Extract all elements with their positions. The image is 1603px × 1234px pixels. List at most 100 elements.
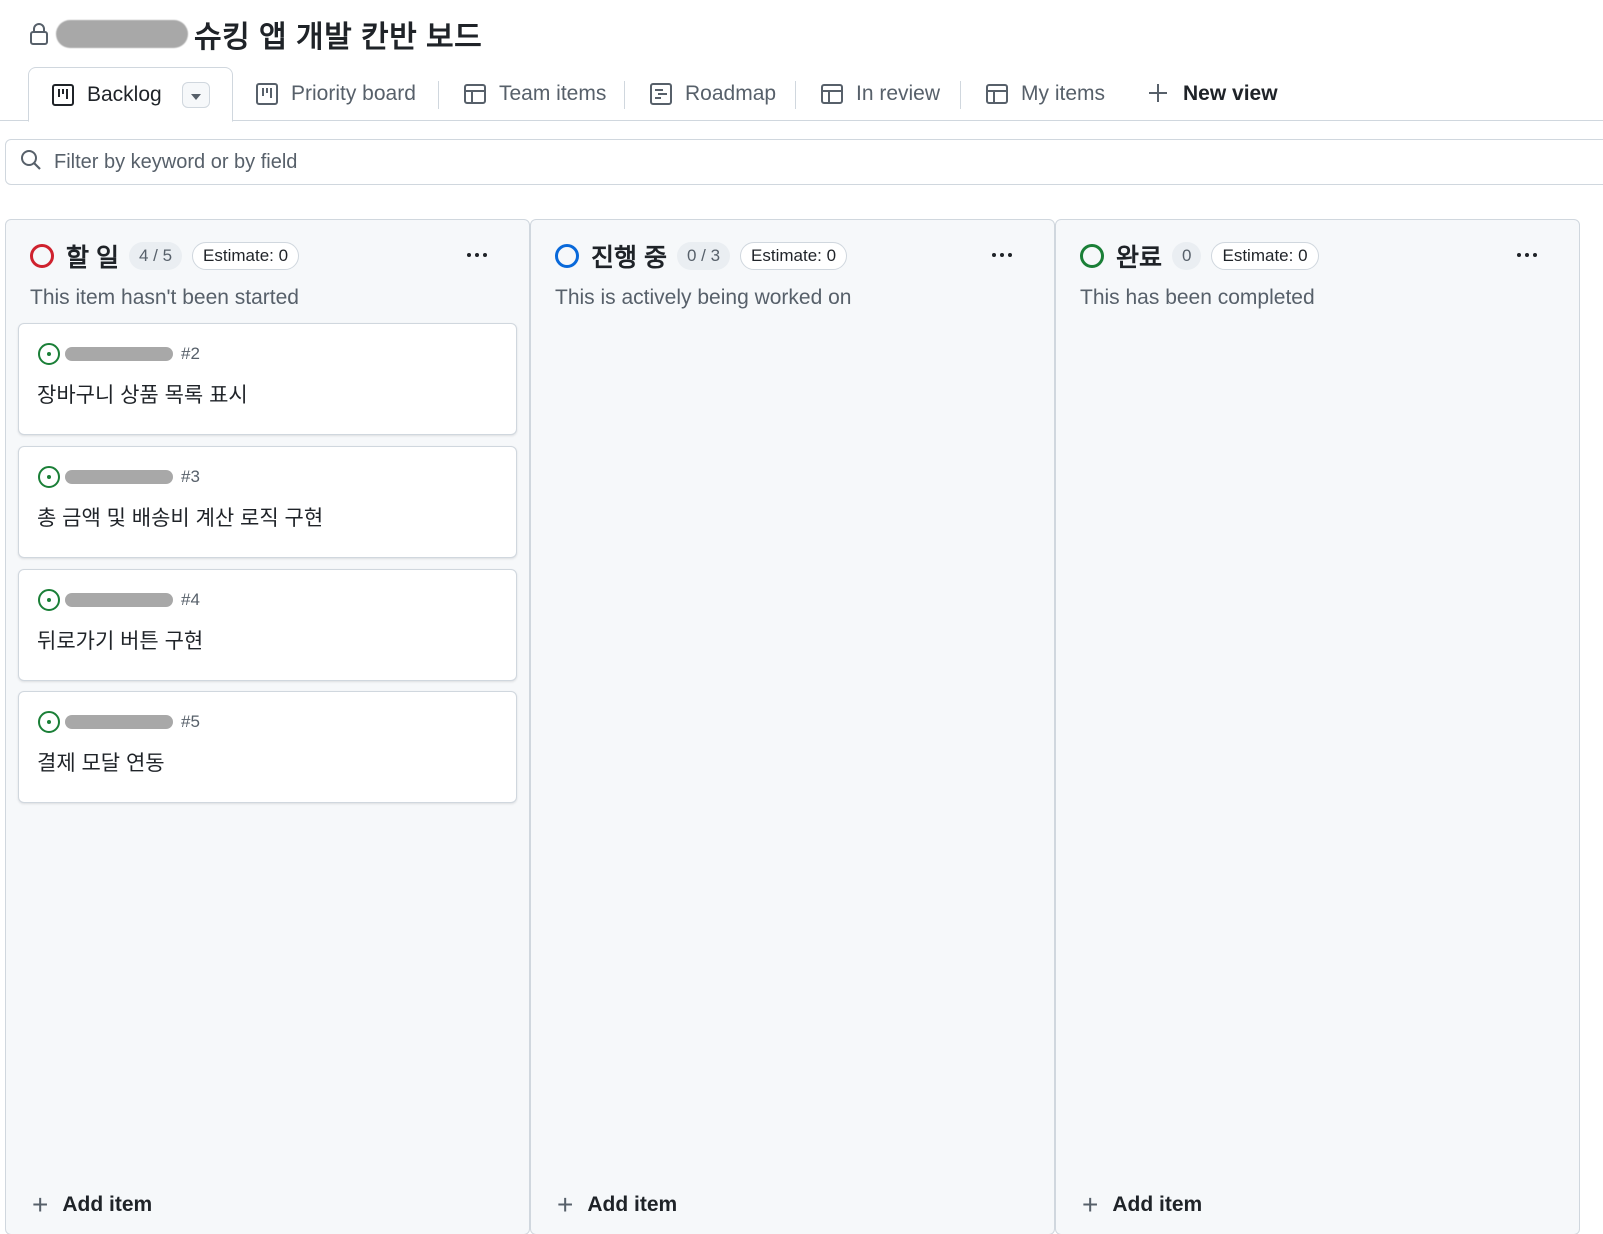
- open-issue-icon: [37, 710, 61, 734]
- tab-label: Team items: [499, 82, 607, 105]
- column-header: 완료 0 Estimate: 0: [1080, 238, 1319, 274]
- kebab-dot: [475, 253, 479, 257]
- open-issue-icon: [37, 342, 61, 366]
- board-column-done: 완료 0 Estimate: 0 This has been completed…: [1055, 219, 1580, 1234]
- issue-number: #4: [181, 590, 200, 609]
- table-icon: [463, 82, 487, 106]
- tab-divider: [624, 81, 625, 109]
- add-item-button[interactable]: + Add item: [1082, 1190, 1202, 1220]
- redacted-repo-name: [65, 715, 173, 729]
- redacted-repo-name: [65, 593, 173, 607]
- tab-divider: [960, 81, 961, 109]
- column-title: 진행 중: [591, 244, 667, 272]
- tab-options-dropdown[interactable]: [181, 81, 210, 108]
- plus-icon: [1147, 82, 1171, 106]
- new-view-button[interactable]: New view: [1147, 67, 1278, 121]
- board-card[interactable]: #2 장바구니 상품 목록 표시: [18, 323, 517, 435]
- add-item-button[interactable]: + Add item: [557, 1190, 677, 1220]
- redacted-repo-name: [65, 347, 173, 361]
- column-description: This item hasn't been started: [30, 286, 299, 309]
- project-board-page: 슈킹 앱 개발 칸반 보드 Backlog Priority board Tea…: [0, 0, 1603, 1234]
- card-title[interactable]: 장바구니 상품 목록 표시: [37, 379, 248, 409]
- page-title: 슈킹 앱 개발 칸반 보드: [194, 21, 483, 54]
- kebab-dot: [1008, 253, 1012, 257]
- search-icon: [20, 149, 42, 176]
- card-meta: #3: [37, 465, 200, 489]
- tab-label: Priority board: [291, 82, 416, 105]
- plus-icon: +: [1082, 1189, 1099, 1220]
- card-title[interactable]: 결제 모달 연동: [37, 747, 165, 777]
- column-title: 할 일: [66, 244, 119, 272]
- item-count-badge: 0: [1172, 242, 1202, 270]
- tab-my-items[interactable]: My items: [985, 67, 1105, 121]
- tab-label: Backlog: [87, 82, 162, 106]
- project-header: 슈킹 앱 개발 칸반 보드: [28, 12, 482, 56]
- filter-bar: [5, 139, 1603, 185]
- tab-label: Roadmap: [685, 82, 777, 105]
- estimate-badge: Estimate: 0: [192, 242, 300, 270]
- board-card[interactable]: #5 결제 모달 연동: [18, 691, 517, 803]
- kebab-dot: [467, 253, 471, 257]
- redacted-repo-name: [65, 470, 173, 484]
- status-todo-icon: [30, 244, 54, 268]
- lock-icon: [28, 20, 50, 48]
- kebab-dot: [1533, 253, 1537, 257]
- column-header: 진행 중 0 / 3 Estimate: 0: [555, 238, 848, 274]
- status-done-icon: [1080, 244, 1104, 268]
- card-meta: #5: [37, 710, 200, 734]
- tab-in-review[interactable]: In review: [820, 67, 940, 121]
- roadmap-icon: [649, 82, 673, 106]
- tab-backlog[interactable]: Backlog: [28, 67, 233, 122]
- card-title[interactable]: 뒤로가기 버튼 구현: [37, 625, 203, 655]
- estimate-badge: Estimate: 0: [740, 242, 848, 270]
- issue-number: #3: [181, 467, 200, 486]
- open-issue-icon: [37, 588, 61, 612]
- tab-roadmap[interactable]: Roadmap: [649, 67, 776, 121]
- board-column-in-progress: 진행 중 0 / 3 Estimate: 0 This is actively …: [530, 219, 1055, 1234]
- table-icon: [820, 82, 844, 106]
- tab-divider: [438, 81, 439, 109]
- column-header: 할 일 4 / 5 Estimate: 0: [30, 238, 300, 274]
- column-description: This is actively being worked on: [555, 286, 852, 309]
- board-column-todo: 할 일 4 / 5 Estimate: 0 This item hasn't b…: [5, 219, 530, 1234]
- kebab-dot: [1000, 253, 1004, 257]
- kebab-dot: [483, 253, 487, 257]
- column-menu-button[interactable]: [984, 242, 1020, 268]
- tab-label: My items: [1021, 82, 1105, 105]
- estimate-badge: Estimate: 0: [1211, 242, 1319, 270]
- tab-divider: [795, 81, 796, 109]
- card-meta: #2: [37, 342, 200, 366]
- add-item-label: Add item: [587, 1193, 678, 1216]
- tab-label: In review: [856, 82, 941, 105]
- add-item-label: Add item: [1112, 1193, 1203, 1216]
- card-title[interactable]: 총 금액 및 배송비 계산 로직 구현: [37, 502, 323, 532]
- board-icon: [51, 83, 75, 107]
- status-in-progress-icon: [555, 244, 579, 268]
- kebab-dot: [1517, 253, 1521, 257]
- column-menu-button[interactable]: [1509, 242, 1545, 268]
- redacted-owner-name: [56, 20, 188, 48]
- board-icon: [255, 82, 279, 106]
- plus-icon: +: [557, 1189, 574, 1220]
- card-meta: #4: [37, 588, 200, 612]
- open-issue-icon: [37, 465, 61, 489]
- view-tabs: Backlog Priority board Team items Roadma…: [0, 67, 1603, 122]
- add-item-button[interactable]: + Add item: [32, 1190, 152, 1220]
- board-card[interactable]: #3 총 금액 및 배송비 계산 로직 구현: [18, 446, 517, 558]
- filter-input[interactable]: [54, 150, 954, 174]
- kebab-dot: [1525, 253, 1529, 257]
- item-count-badge: 4 / 5: [128, 242, 183, 270]
- issue-number: #2: [181, 344, 200, 363]
- caret-down-icon: [190, 83, 202, 107]
- column-description: This has been completed: [1080, 286, 1315, 309]
- column-title: 완료: [1116, 244, 1163, 272]
- tab-priority-board[interactable]: Priority board: [255, 67, 416, 121]
- issue-number: #5: [181, 712, 200, 731]
- column-menu-button[interactable]: [459, 242, 495, 268]
- kebab-dot: [992, 253, 996, 257]
- board-card[interactable]: #4 뒤로가기 버튼 구현: [18, 569, 517, 681]
- tab-team-items[interactable]: Team items: [463, 67, 606, 121]
- new-view-label: New view: [1183, 82, 1278, 105]
- plus-icon: +: [32, 1189, 49, 1220]
- item-count-badge: 0 / 3: [676, 242, 731, 270]
